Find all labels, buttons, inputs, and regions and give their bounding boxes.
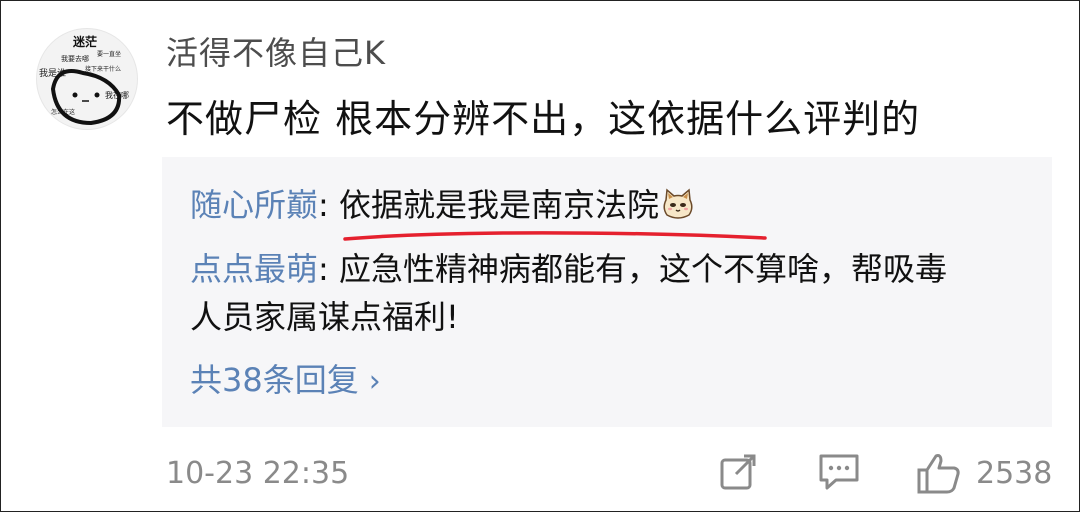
comment-timestamp: 10-23 22:35	[166, 456, 350, 491]
comment-text: 不做尸检 根本分辨不出，这依据什么评判的	[166, 97, 921, 141]
avatar-text: 要一直坐	[97, 50, 121, 58]
share-icon	[720, 454, 756, 490]
chevron-right-icon: ›	[368, 364, 381, 399]
reply-separator: :	[318, 186, 339, 224]
reply-item[interactable]: 随心所巅: 依据就是我是南京法院	[190, 181, 695, 235]
avatar-text-main: 迷茫	[72, 34, 97, 49]
reply-separator: :	[318, 250, 339, 288]
comment-username[interactable]: 活得不像自己K	[166, 28, 386, 74]
avatar-text: 接下来干什么	[85, 65, 121, 73]
replies-panel[interactable]: 随心所巅: 依据就是我是南京法院 点点最萌: 应急性精神病都能有，这个不算啥，帮…	[162, 157, 1052, 427]
reply-text: 依据就是我是南京法院	[338, 186, 659, 224]
like-button[interactable]	[916, 452, 962, 498]
reply-item[interactable]: 点点最萌: 应急性精神病都能有，这个不算啥，帮吸毒人员家属谋点福利!	[190, 245, 950, 341]
cat-face-icon	[661, 187, 695, 235]
reply-username[interactable]: 随心所巅	[190, 186, 318, 224]
reply-username[interactable]: 点点最萌	[190, 250, 318, 288]
comment-button[interactable]	[818, 452, 860, 496]
more-replies-link[interactable]: 共38条回复 ›	[190, 355, 381, 401]
avatar-text: 我要去哪	[61, 54, 89, 63]
thumbs-up-icon	[917, 454, 960, 494]
comment-icon	[819, 454, 859, 490]
avatar[interactable]: 迷茫 我要去哪 要一直坐 接下来干什么 我是谁 我在哪 怎么在这	[36, 28, 138, 130]
share-button[interactable]	[718, 452, 758, 496]
more-replies-label: 共38条回复	[190, 361, 359, 399]
like-count: 2538	[976, 456, 1053, 491]
red-underline	[343, 231, 767, 241]
